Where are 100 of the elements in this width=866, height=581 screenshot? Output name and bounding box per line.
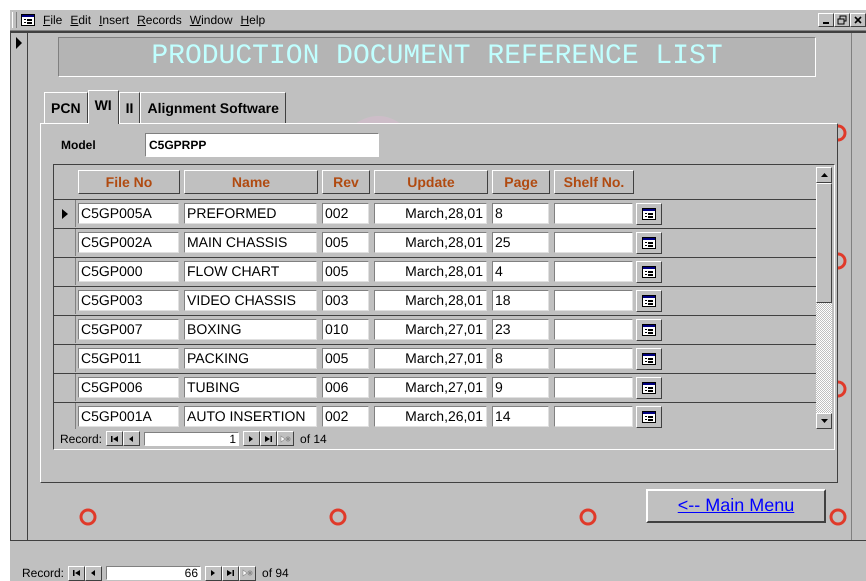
open-form-button[interactable] — [636, 318, 662, 341]
open-form-button[interactable] — [636, 348, 662, 370]
file-number-field[interactable]: C5GP006 — [78, 377, 179, 398]
revision-field[interactable]: 003 — [322, 290, 369, 312]
page-field[interactable]: 23 — [492, 319, 549, 340]
menu-item[interactable]: Insert — [95, 12, 134, 27]
form-icon — [642, 294, 656, 307]
menu-item[interactable]: Window — [186, 12, 236, 27]
record-number-field[interactable]: 1 — [144, 432, 240, 446]
open-form-button[interactable] — [636, 232, 662, 254]
last-record-button[interactable] — [260, 431, 278, 446]
model-field[interactable]: C5GPRPP — [145, 132, 379, 157]
last-arrow-icon — [263, 434, 274, 444]
name-field[interactable]: PREFORMED — [184, 203, 317, 224]
update-date-field[interactable]: March,26,01 — [374, 406, 487, 428]
update-date-field[interactable]: March,28,01 — [374, 232, 487, 254]
new-record-icon — [280, 434, 292, 444]
open-form-button[interactable] — [636, 290, 662, 312]
page-field[interactable]: 4 — [492, 261, 549, 282]
tab[interactable]: II — [118, 92, 140, 123]
next-record-button[interactable] — [205, 566, 222, 580]
restore-button[interactable] — [834, 12, 850, 27]
open-form-button[interactable] — [636, 260, 662, 283]
first-record-button[interactable] — [106, 431, 124, 446]
shelf-number-field[interactable] — [554, 377, 633, 398]
shelf-number-field[interactable] — [554, 290, 633, 312]
shelf-number-field[interactable] — [554, 319, 633, 340]
name-field[interactable]: VIDEO CHASSIS — [184, 290, 317, 312]
update-date-field[interactable]: March,28,01 — [374, 290, 487, 312]
page-field[interactable]: 14 — [492, 406, 549, 428]
file-number-field[interactable]: C5GP000 — [78, 261, 179, 282]
new-record-button[interactable] — [277, 431, 294, 446]
form-icon — [642, 236, 656, 249]
revision-field[interactable]: 002 — [322, 203, 369, 224]
open-form-button[interactable] — [636, 202, 662, 225]
previous-record-button[interactable] — [123, 431, 140, 446]
menu-item[interactable]: Help — [236, 12, 270, 27]
name-field[interactable]: BOXING — [184, 319, 317, 340]
file-number-field[interactable]: C5GP007 — [78, 319, 179, 340]
main-menu-link[interactable]: <-- Main Menu — [646, 488, 826, 523]
previous-record-button[interactable] — [85, 566, 102, 580]
close-button[interactable] — [850, 12, 866, 27]
revision-field[interactable]: 005 — [322, 232, 369, 254]
page-field[interactable]: 25 — [492, 232, 549, 254]
shelf-number-field[interactable] — [554, 232, 633, 254]
form-icon — [642, 410, 656, 423]
shelf-number-field[interactable] — [554, 261, 633, 282]
update-date-field[interactable]: March,27,01 — [374, 319, 487, 340]
shelf-number-field[interactable] — [554, 348, 633, 370]
first-arrow-icon — [71, 568, 82, 578]
revision-field[interactable]: 010 — [322, 319, 369, 340]
update-date-field[interactable]: March,28,01 — [374, 203, 487, 224]
shelf-number-field[interactable] — [554, 406, 633, 428]
revision-field[interactable]: 006 — [322, 377, 369, 398]
revision-field[interactable]: 005 — [322, 348, 369, 370]
tab[interactable]: WI — [88, 90, 119, 124]
tab[interactable]: Alignment Software — [140, 92, 286, 123]
open-form-button[interactable] — [636, 406, 662, 428]
scroll-up-button[interactable] — [816, 166, 832, 183]
name-field[interactable]: TUBING — [184, 377, 317, 398]
down-arrow-icon — [820, 418, 828, 423]
name-field[interactable]: AUTO INSERTION — [184, 406, 317, 428]
close-icon — [853, 14, 863, 25]
next-record-button[interactable] — [243, 431, 260, 446]
minimize-button[interactable] — [818, 12, 834, 27]
page-field[interactable]: 8 — [492, 203, 549, 224]
last-record-button[interactable] — [222, 566, 240, 580]
record-label: Record: — [60, 432, 102, 446]
update-date-field[interactable]: March,27,01 — [374, 377, 487, 398]
restore-icon — [837, 14, 847, 25]
page-field[interactable]: 18 — [492, 290, 549, 312]
name-field[interactable]: MAIN CHASSIS — [184, 232, 317, 254]
update-date-field[interactable]: March,27,01 — [374, 348, 487, 370]
form-icon — [21, 14, 35, 26]
menu-item[interactable]: Records — [133, 12, 186, 27]
revision-field[interactable]: 005 — [322, 261, 369, 282]
last-arrow-icon — [225, 568, 236, 578]
file-number-field[interactable]: C5GP011 — [78, 348, 179, 370]
tab[interactable]: PCN — [44, 92, 88, 123]
file-number-field[interactable]: C5GP003 — [78, 290, 179, 312]
file-number-field[interactable]: C5GP001A — [78, 406, 179, 428]
form-title: PRODUCTION DOCUMENT REFERENCE LIST — [58, 36, 816, 77]
record-count: of 14 — [300, 432, 327, 446]
update-date-field[interactable]: March,28,01 — [374, 261, 487, 282]
name-field[interactable]: FLOW CHART — [184, 261, 317, 282]
scroll-thumb[interactable] — [816, 182, 832, 303]
file-number-field[interactable]: C5GP005A — [78, 203, 179, 224]
page-field[interactable]: 8 — [492, 348, 549, 370]
name-field[interactable]: PACKING — [184, 348, 317, 370]
first-record-button[interactable] — [68, 566, 86, 580]
record-number-field[interactable]: 66 — [106, 566, 202, 580]
menu-item[interactable]: File — [39, 12, 66, 27]
scroll-down-button[interactable] — [816, 412, 832, 429]
menu-item[interactable]: Edit — [66, 12, 96, 27]
open-form-button[interactable] — [636, 376, 662, 399]
revision-field[interactable]: 002 — [322, 406, 369, 428]
new-record-button[interactable] — [239, 566, 256, 580]
file-number-field[interactable]: C5GP002A — [78, 232, 179, 254]
shelf-number-field[interactable] — [554, 203, 633, 224]
page-field[interactable]: 9 — [492, 377, 549, 398]
